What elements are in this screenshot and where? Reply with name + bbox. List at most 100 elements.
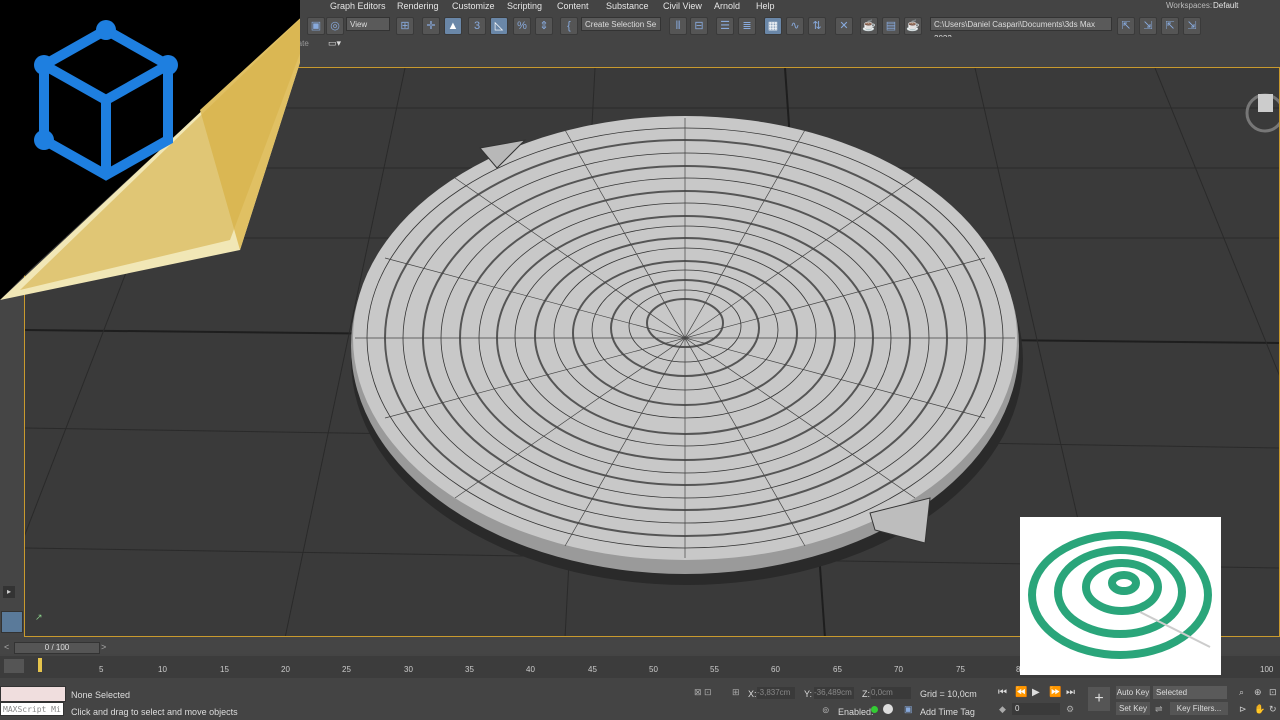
spinner-snap-icon[interactable]: ⇕ bbox=[535, 17, 553, 35]
key-selection-dropdown[interactable]: Selected bbox=[1153, 686, 1227, 699]
field-of-view-icon[interactable]: ⊳ bbox=[1239, 704, 1247, 715]
render-icon[interactable]: ☕ bbox=[904, 17, 922, 35]
key-mode-icon[interactable]: ◆ bbox=[999, 704, 1006, 715]
align-icon[interactable]: ⊟ bbox=[690, 17, 708, 35]
key-filters-button[interactable]: Key Filters... bbox=[1170, 702, 1228, 715]
time-config-icon[interactable]: ⚙ bbox=[1066, 704, 1074, 715]
current-frame-field[interactable]: 0 bbox=[1012, 703, 1060, 715]
render-setup-icon[interactable]: ☕ bbox=[860, 17, 878, 35]
reference-coord-dropdown[interactable]: View bbox=[346, 17, 390, 31]
menu-arnold[interactable]: Arnold bbox=[714, 1, 740, 11]
key-filters-icon[interactable]: ⇌ bbox=[1155, 704, 1163, 715]
select-by-name-icon[interactable]: ⊞ bbox=[396, 17, 414, 35]
status-bar: MAXScript Mi None Selected Click and dra… bbox=[0, 680, 1280, 720]
project-new-icon[interactable]: ⇲ bbox=[1183, 17, 1201, 35]
snap-toggle-icon[interactable]: 3 bbox=[468, 17, 486, 35]
move-icon[interactable]: ✛ bbox=[422, 17, 440, 35]
maxscript-input[interactable]: MAXScript Mi bbox=[0, 702, 64, 716]
y-coordinate-field[interactable]: -36,489cm bbox=[814, 687, 854, 699]
set-key-button[interactable]: Set Key bbox=[1116, 702, 1150, 715]
workspace-dropdown[interactable]: Default bbox=[1213, 1, 1238, 10]
tick-label: 40 bbox=[526, 665, 535, 674]
prompt-line: Click and drag to select and move object… bbox=[71, 707, 238, 717]
mirror-icon[interactable]: ⫴ bbox=[669, 17, 687, 35]
project-open-icon[interactable]: ⇲ bbox=[1139, 17, 1157, 35]
auto-key-button[interactable]: Auto Key bbox=[1116, 686, 1150, 699]
reference-photo bbox=[1020, 517, 1221, 675]
z-label: Z: bbox=[862, 689, 870, 699]
adaptive-degradation-icon[interactable] bbox=[883, 704, 893, 714]
mini-curve-editor-icon[interactable] bbox=[4, 659, 24, 673]
time-marker bbox=[38, 658, 42, 672]
absolute-mode-icon[interactable]: ⊞ bbox=[732, 687, 740, 698]
menu-help[interactable]: Help bbox=[756, 1, 775, 11]
curve-editor-icon[interactable]: ∿ bbox=[786, 17, 804, 35]
scene-explorer-icon[interactable]: ☰ bbox=[716, 17, 734, 35]
enabled-indicator bbox=[871, 706, 878, 713]
toggle-ribbon-icon[interactable]: ▦ bbox=[764, 17, 782, 35]
isolate-icon[interactable]: ⊠ ⊡ bbox=[694, 687, 712, 698]
tick-label: 75 bbox=[956, 665, 965, 674]
goto-end-icon[interactable]: ⏭ bbox=[1066, 687, 1075, 698]
project-folder-icon[interactable]: ⇱ bbox=[1117, 17, 1135, 35]
time-tag-icon[interactable]: ⊚ bbox=[822, 705, 830, 716]
channel-logo bbox=[0, 0, 300, 300]
tick-label: 25 bbox=[342, 665, 351, 674]
tick-label: 20 bbox=[281, 665, 290, 674]
set-key-icon[interactable]: + bbox=[1088, 687, 1110, 711]
z-coordinate-field[interactable]: 0,0cm bbox=[871, 687, 911, 699]
viewport-layout-thumb[interactable] bbox=[1, 611, 23, 633]
frame-slider-thumb[interactable]: 0 / 100 bbox=[14, 642, 100, 654]
link-icon[interactable]: ◎ bbox=[326, 17, 344, 35]
tick-label: 65 bbox=[833, 665, 842, 674]
grid-size: Grid = 10,0cm bbox=[920, 689, 977, 699]
tick-label: 100 bbox=[1260, 665, 1274, 674]
prev-key-icon[interactable]: ⏪ bbox=[1015, 687, 1027, 698]
tick-label: 45 bbox=[588, 665, 597, 674]
menu-substance[interactable]: Substance bbox=[606, 1, 649, 11]
zoom-icon[interactable]: ⌕ bbox=[1239, 687, 1244, 698]
menu-scripting[interactable]: Scripting bbox=[507, 1, 542, 11]
goto-start-icon[interactable]: ⏮ bbox=[998, 687, 1007, 698]
menu-content[interactable]: Content bbox=[557, 1, 589, 11]
play-icon[interactable]: ▶ bbox=[1032, 687, 1040, 698]
rendered-frame-icon[interactable]: ▤ bbox=[882, 17, 900, 35]
project-path-dropdown[interactable]: C:\Users\Daniel Caspari\Documents\3ds Ma… bbox=[930, 17, 1112, 43]
x-label: X: bbox=[748, 689, 757, 699]
orbit-icon[interactable]: ↻ bbox=[1269, 704, 1277, 715]
add-time-tag-label[interactable]: Add Time Tag bbox=[920, 707, 975, 717]
tick-label: 10 bbox=[158, 665, 167, 674]
material-editor-icon[interactable]: ✕ bbox=[835, 17, 853, 35]
project-save-icon[interactable]: ⇱ bbox=[1161, 17, 1179, 35]
layer-explorer-icon[interactable]: ≣ bbox=[738, 17, 756, 35]
menu-rendering[interactable]: Rendering bbox=[397, 1, 439, 11]
edit-named-selections-icon[interactable]: { bbox=[560, 17, 578, 35]
maxscript-listener[interactable] bbox=[0, 686, 66, 702]
menu-customize[interactable]: Customize bbox=[452, 1, 495, 11]
tick-label: 5 bbox=[99, 665, 104, 674]
selection-set-dropdown[interactable]: Create Selection Se bbox=[581, 17, 661, 31]
next-key-icon[interactable]: ⏩ bbox=[1049, 687, 1061, 698]
schematic-view-icon[interactable]: ⇅ bbox=[808, 17, 826, 35]
tick-label: 60 bbox=[771, 665, 780, 674]
x-coordinate-field[interactable]: -3,837cm bbox=[757, 687, 795, 699]
tick-label: 35 bbox=[465, 665, 474, 674]
tick-label: 15 bbox=[220, 665, 229, 674]
viewport-layout-icon[interactable]: ▭▾ bbox=[328, 38, 341, 49]
angle-snap-icon[interactable]: ◺ bbox=[490, 17, 508, 35]
expand-tabs-icon[interactable]: ▸ bbox=[3, 586, 15, 598]
next-frame-icon[interactable]: > bbox=[101, 642, 106, 652]
tick-label: 70 bbox=[894, 665, 903, 674]
prev-frame-icon[interactable]: < bbox=[4, 642, 9, 652]
percent-snap-icon[interactable]: % bbox=[513, 17, 531, 35]
zoom-extents-icon[interactable]: ⊡ bbox=[1269, 687, 1277, 698]
menu-civil-view[interactable]: Civil View bbox=[663, 1, 702, 11]
pan-icon[interactable]: ✋ bbox=[1254, 704, 1265, 715]
zoom-all-icon[interactable]: ⊕ bbox=[1254, 687, 1262, 698]
select-move-icon[interactable]: ▲ bbox=[444, 17, 462, 35]
tick-label: 30 bbox=[404, 665, 413, 674]
menu-graph-editors[interactable]: Graph Editors bbox=[330, 1, 386, 11]
enabled-label: Enabled: bbox=[838, 707, 874, 717]
select-icon[interactable]: ▣ bbox=[307, 17, 325, 35]
add-time-tag-icon[interactable]: ▣ bbox=[904, 704, 913, 715]
